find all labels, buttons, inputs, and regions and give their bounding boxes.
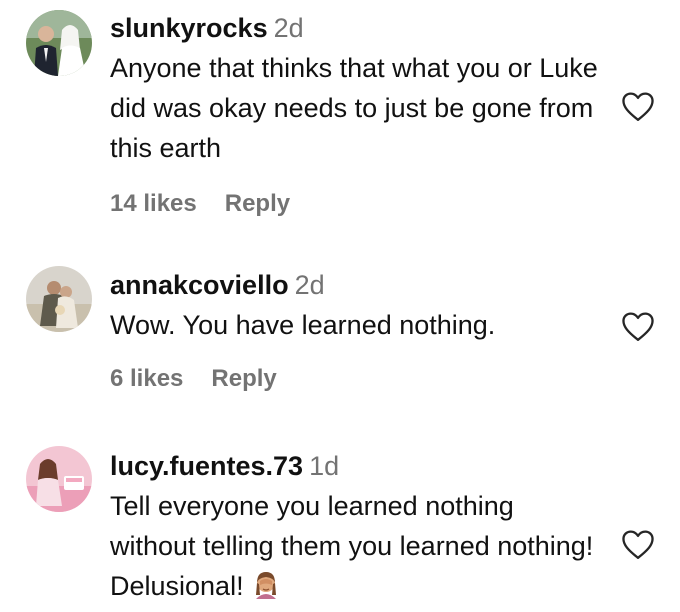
avatar[interactable] xyxy=(26,446,92,512)
likes-count[interactable]: 14 likes xyxy=(110,190,197,218)
avatar[interactable] xyxy=(26,10,92,76)
comment-header: annakcoviello 2d xyxy=(110,265,605,305)
comment-text: Anyone that thinks that what you or Luke… xyxy=(110,53,598,163)
likes-count[interactable]: 6 likes xyxy=(110,365,183,393)
reply-button[interactable]: Reply xyxy=(211,365,276,393)
username[interactable]: lucy.fuentes.73 xyxy=(110,451,303,481)
heart-outline-icon[interactable] xyxy=(620,90,656,122)
timestamp[interactable]: 2d xyxy=(295,270,325,300)
person-facepalming-emoji xyxy=(250,569,282,601)
comment-body: slunkyrocks 2d Anyone that thinks that wh… xyxy=(110,8,605,218)
comment-header: lucy.fuentes.73 1d xyxy=(110,446,605,486)
comment-header: slunkyrocks 2d xyxy=(110,8,605,48)
comment-actions: 14 likes Reply xyxy=(110,190,605,218)
timestamp[interactable]: 2d xyxy=(274,13,304,43)
reply-button[interactable]: Reply xyxy=(225,190,290,218)
heart-outline-icon[interactable] xyxy=(620,528,656,560)
username[interactable]: annakcoviello xyxy=(110,270,289,300)
comment-text-content: Tell everyone you learned nothing withou… xyxy=(110,491,594,601)
username[interactable]: slunkyrocks xyxy=(110,13,268,43)
avatar[interactable] xyxy=(26,266,92,332)
comment-actions: 6 likes Reply xyxy=(110,365,605,393)
heart-outline-icon[interactable] xyxy=(620,310,656,342)
comment-text: Tell everyone you learned nothing withou… xyxy=(110,486,605,606)
comment-text: Wow. You have learned nothing. xyxy=(110,310,496,340)
comment-body: annakcoviello 2d Wow. You have learned no… xyxy=(110,265,605,393)
timestamp[interactable]: 1d xyxy=(309,451,339,481)
comment-body: lucy.fuentes.73 1d Tell everyone you lear… xyxy=(110,446,605,606)
